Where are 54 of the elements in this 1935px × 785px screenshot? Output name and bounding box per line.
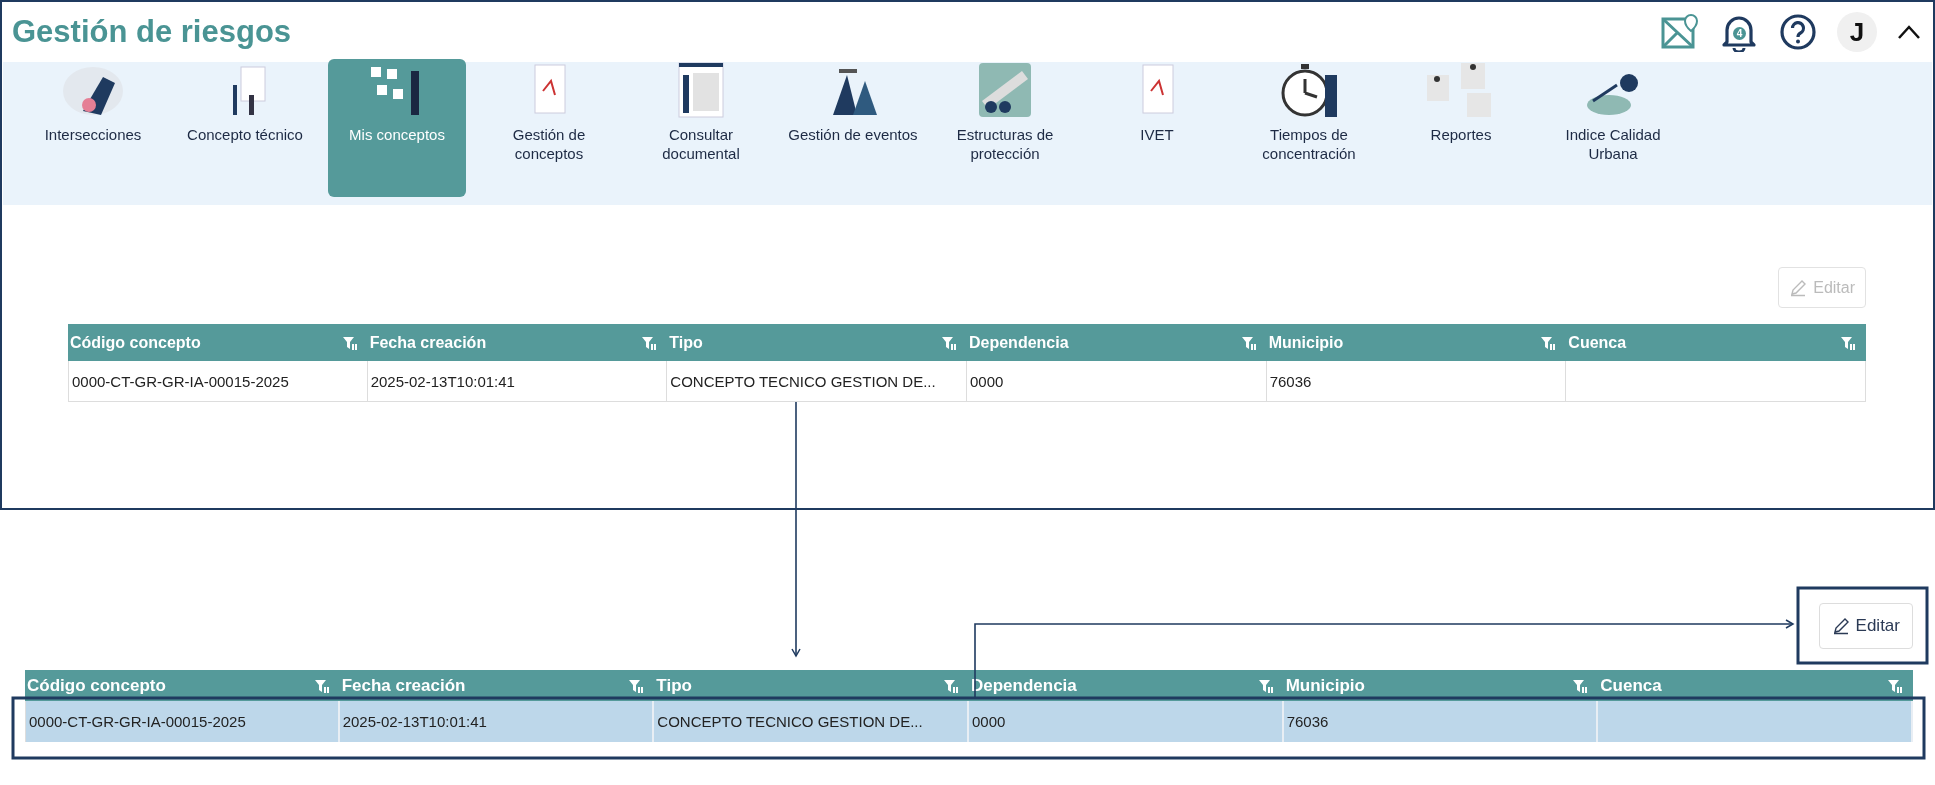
column-header[interactable]: Dependencia (967, 324, 1267, 361)
nav-tile[interactable]: IVET (1088, 59, 1226, 197)
nav-tile[interactable]: Consultar documental (632, 59, 770, 197)
column-header[interactable]: Dependencia (969, 670, 1284, 701)
column-header[interactable]: Tipo (654, 670, 969, 701)
column-header[interactable]: Cuenca (1598, 670, 1913, 701)
column-header[interactable]: Municipio (1266, 324, 1567, 361)
nav-tile[interactable]: Mis conceptos (328, 59, 466, 197)
nav-tile[interactable]: Concepto técnico (176, 59, 314, 197)
table-cell: 0000-CT-GR-GR-IA-00015-2025 (25, 701, 340, 742)
map-mail-icon[interactable] (1661, 13, 1699, 51)
nav-tile[interactable]: Indice Calidad Urbana (1544, 59, 1682, 197)
column-header[interactable]: Tipo (667, 324, 967, 361)
table-cell: 0000 (967, 361, 1267, 402)
table-cell: 76036 (1266, 361, 1567, 402)
table-cell: 0000 (969, 701, 1284, 742)
filter-icon[interactable] (313, 677, 330, 694)
column-header[interactable]: Código concepto (25, 670, 340, 701)
filter-icon[interactable] (1540, 334, 1557, 351)
nav-tile[interactable]: Gestión de eventos (784, 59, 922, 197)
column-header[interactable]: Fecha creación (367, 324, 668, 361)
table-cell: CONCEPTO TECNICO GESTION DE... (654, 701, 969, 742)
nav-tile[interactable]: Reportes (1392, 59, 1530, 197)
column-header[interactable]: Cuenca (1566, 324, 1866, 361)
pencil-icon (1789, 278, 1808, 297)
table-cell: 0000-CT-GR-GR-IA-00015-2025 (68, 361, 368, 402)
column-header[interactable]: Código concepto (68, 324, 368, 361)
table-cell: 2025-02-13T10:01:41 (367, 361, 668, 402)
filter-icon[interactable] (1240, 334, 1257, 351)
chevron-up-icon[interactable] (1897, 24, 1921, 40)
nav-tile[interactable]: Gestión de conceptos (480, 59, 618, 197)
filter-icon[interactable] (1840, 334, 1856, 351)
column-header[interactable]: Municipio (1283, 670, 1599, 701)
filter-icon[interactable] (1572, 677, 1589, 694)
nav-tile[interactable]: Tiempos de concentración (1240, 59, 1378, 197)
filter-icon[interactable] (1257, 677, 1274, 694)
edit-button[interactable]: Editar (1818, 603, 1913, 649)
nav-tile[interactable]: Intersecciones (24, 59, 162, 197)
column-header[interactable]: Fecha creación (339, 670, 655, 701)
filter-icon[interactable] (628, 677, 645, 694)
filter-icon[interactable] (943, 677, 959, 694)
page-title: Gestión de riesgos (12, 14, 293, 50)
table-cell: 2025-02-13T10:01:41 (339, 701, 655, 742)
filter-icon[interactable] (1887, 677, 1903, 694)
filter-icon[interactable] (941, 334, 957, 351)
table-cell: 76036 (1283, 701, 1599, 742)
filter-icon[interactable] (341, 334, 358, 351)
pencil-icon (1831, 617, 1850, 635)
help-icon[interactable] (1779, 13, 1817, 51)
nav-tile[interactable]: Estructuras de protección (936, 59, 1074, 197)
filter-icon[interactable] (641, 334, 658, 351)
user-avatar[interactable]: J (1837, 12, 1877, 52)
notification-badge: 4 (1733, 27, 1746, 40)
table-cell: CONCEPTO TECNICO GESTION DE... (667, 361, 967, 402)
